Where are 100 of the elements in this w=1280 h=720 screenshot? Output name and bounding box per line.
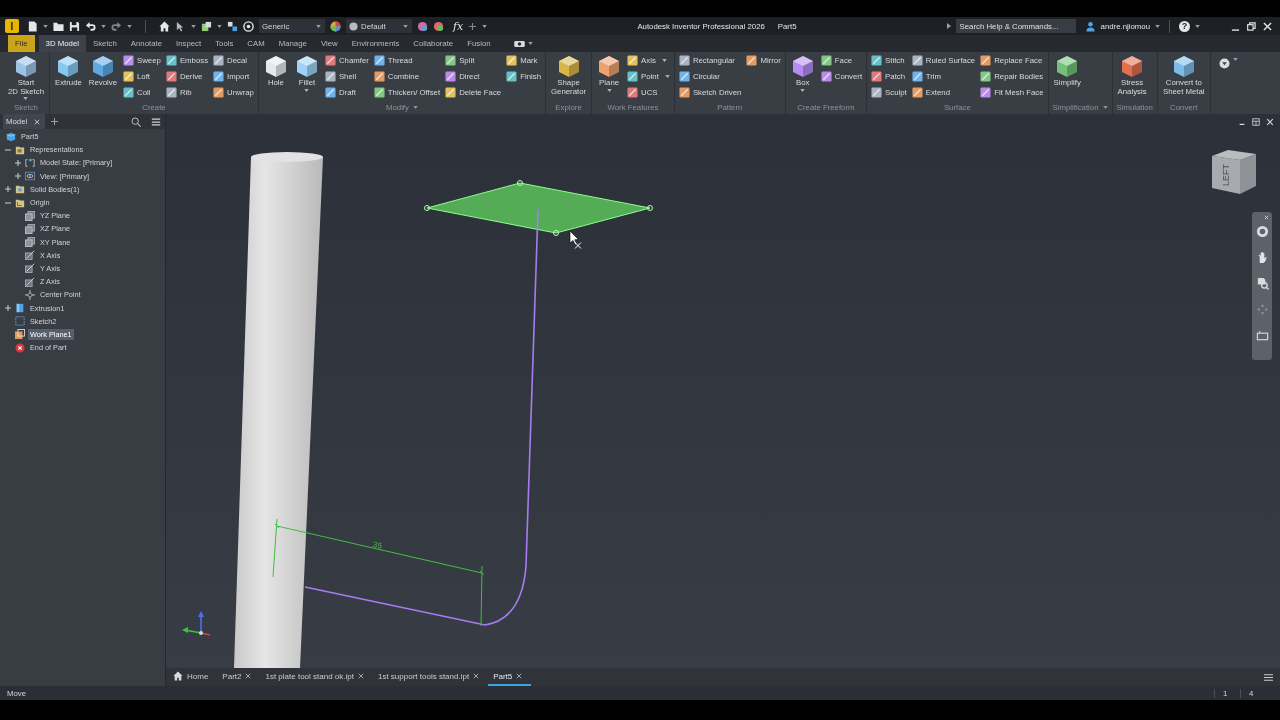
- arrow-icon[interactable]: [946, 23, 951, 29]
- tile-icon: [746, 54, 758, 66]
- caret-icon[interactable]: [217, 24, 222, 28]
- tile-icon: [506, 54, 518, 66]
- caret-icon[interactable]: [527, 42, 533, 45]
- folder-icon: [15, 197, 25, 208]
- fx-button[interactable]: fx: [453, 19, 464, 33]
- color-wheel-icon[interactable]: [330, 20, 341, 32]
- caret-icon[interactable]: [127, 24, 132, 28]
- block-icon: [14, 54, 38, 78]
- block-icon: [15, 303, 25, 314]
- tile-icon: [373, 54, 385, 66]
- tile-icon: [678, 86, 690, 98]
- caret-icon[interactable]: [606, 88, 612, 92]
- tile-icon: [627, 70, 639, 82]
- spheres-icon[interactable]: [433, 20, 444, 32]
- caret-icon[interactable]: [1195, 24, 1200, 28]
- caret-icon[interactable]: [1102, 105, 1108, 109]
- search-icon[interactable]: [131, 116, 141, 127]
- tile-icon: [911, 54, 923, 66]
- document-tab[interactable]: 1st support tools stand.ipt: [372, 668, 489, 686]
- collapse-icon[interactable]: [5, 146, 11, 153]
- screen-icon[interactable]: [1255, 329, 1269, 342]
- caret-icon[interactable]: [101, 24, 106, 28]
- spheres-icon[interactable]: [417, 20, 428, 32]
- caret-icon[interactable]: [304, 88, 310, 92]
- caret-icon[interactable]: [800, 88, 806, 92]
- restore-icon[interactable]: [1252, 118, 1260, 126]
- folder-icon[interactable]: [53, 20, 64, 32]
- ring-icon[interactable]: [1255, 225, 1269, 238]
- expand-icon[interactable]: [15, 159, 21, 166]
- undo-icon[interactable]: [85, 20, 96, 32]
- tile-icon: [445, 70, 457, 82]
- target-icon[interactable]: [243, 20, 254, 32]
- view-cube-label: LEFT: [1221, 164, 1231, 186]
- app-logo[interactable]: I: [5, 19, 19, 33]
- axis-icon: [25, 250, 35, 261]
- overlapping-squares-icon[interactable]: [201, 20, 212, 32]
- home-icon[interactable]: [159, 20, 170, 32]
- axis-icon: [25, 276, 35, 287]
- view-cube-icon[interactable]: [1212, 150, 1256, 194]
- block-icon: [90, 54, 115, 78]
- plus-icon[interactable]: [51, 118, 59, 125]
- tile-icon: [165, 70, 177, 82]
- tile-icon: [324, 54, 336, 66]
- tile-icon: [820, 70, 832, 82]
- caret-icon[interactable]: [412, 105, 418, 109]
- camera-icon[interactable]: [513, 40, 525, 47]
- bracket-icon: [25, 157, 35, 168]
- expand-icon[interactable]: [15, 173, 21, 180]
- tile-icon: [627, 86, 639, 98]
- home-icon: [173, 671, 183, 681]
- squares-icon[interactable]: [227, 20, 238, 32]
- caret-icon[interactable]: [664, 74, 670, 78]
- tile-icon: [980, 86, 992, 98]
- expand-icon[interactable]: [5, 186, 11, 193]
- dimension-value: 35: [372, 539, 383, 551]
- caret-icon[interactable]: [482, 24, 488, 28]
- axis-icon: [25, 263, 35, 274]
- collapse-icon[interactable]: [5, 199, 11, 206]
- caret-icon[interactable]: [661, 58, 667, 62]
- tile-icon: [165, 54, 177, 66]
- plane-icon: [25, 210, 35, 221]
- document-tab[interactable]: Part2: [217, 668, 261, 686]
- close-icon[interactable]: [1266, 118, 1274, 126]
- block-icon: [1120, 54, 1145, 78]
- caret-icon: [316, 24, 321, 28]
- zoom-icon[interactable]: [1255, 277, 1269, 290]
- caret-icon[interactable]: [23, 97, 29, 100]
- restore-icon[interactable]: [1247, 21, 1256, 31]
- help-button[interactable]: ?: [1179, 20, 1190, 32]
- tile-icon: [213, 86, 225, 98]
- sketch-icon: [15, 316, 25, 327]
- tile-icon: [506, 70, 518, 82]
- menu-icon[interactable]: [1264, 672, 1273, 682]
- expand-icon[interactable]: [5, 305, 11, 312]
- work-plane[interactable]: [424, 180, 653, 236]
- new-file-icon[interactable]: [27, 20, 38, 32]
- plus-icon[interactable]: [468, 21, 478, 31]
- tile-icon: [980, 54, 992, 66]
- block-icon: [556, 54, 581, 78]
- tile-icon: [871, 70, 883, 82]
- block-icon: [597, 54, 622, 78]
- tile-icon: [911, 70, 923, 82]
- tile-icon: [165, 86, 177, 98]
- caret-icon[interactable]: [1155, 24, 1160, 28]
- save-icon[interactable]: [69, 20, 80, 32]
- redo-icon[interactable]: [111, 20, 122, 32]
- folder-icon: [15, 184, 25, 195]
- caret-icon[interactable]: [1232, 58, 1238, 61]
- document-tab[interactable]: 1st plate tool stand ok.ipt: [260, 668, 373, 686]
- dropdown-circle-icon[interactable]: [1218, 58, 1230, 69]
- sphere-icon: [349, 21, 358, 31]
- document-tab[interactable]: Home: [168, 668, 218, 686]
- caret-icon[interactable]: [43, 24, 48, 28]
- menu-icon[interactable]: [151, 116, 161, 127]
- tile-icon: [123, 86, 135, 98]
- tile-icon: [678, 70, 690, 82]
- caret-icon[interactable]: [191, 24, 196, 28]
- tile-icon: [871, 86, 883, 98]
